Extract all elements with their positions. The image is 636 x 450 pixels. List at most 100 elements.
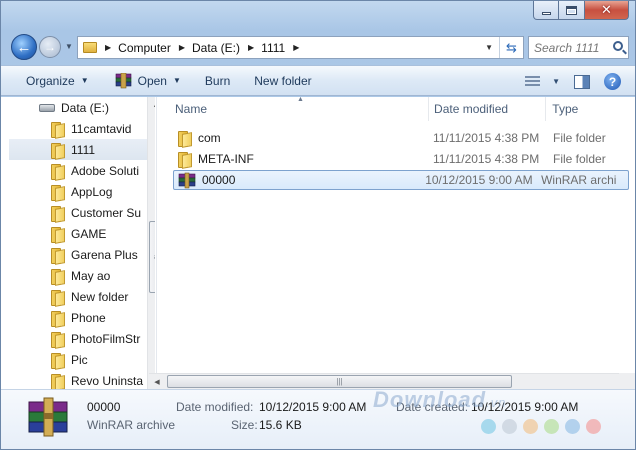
tree-item-label: Garena Plus <box>71 247 138 262</box>
breadcrumb-separator-icon: ▶ <box>178 43 185 52</box>
column-header-type[interactable]: Type <box>546 97 635 121</box>
tree-item-folder[interactable]: Adobe Soluti <box>9 160 155 181</box>
change-view-button[interactable]: ▼ <box>525 75 560 88</box>
refresh-icon: ⇆ <box>506 39 517 55</box>
breadcrumb-separator-icon: ▶ <box>105 43 112 52</box>
tree-item-folder[interactable]: PhotoFilmStr <box>9 328 155 349</box>
watermark-tld: .vn <box>486 395 507 410</box>
maximize-icon <box>566 5 577 15</box>
file-row[interactable]: com 11/11/2015 4:38 PM File folder <box>173 128 635 148</box>
minimize-icon <box>541 11 551 15</box>
close-button[interactable]: ✕ <box>585 1 629 20</box>
watermark-dot <box>544 419 559 434</box>
file-type: File folder <box>553 152 606 166</box>
tree-item-folder[interactable]: Garena Plus <box>9 244 155 265</box>
main-area: Data (E:) 11camtavid 1111 Adobe Soluti A… <box>1 97 635 389</box>
back-arrow-icon: ← <box>16 38 32 56</box>
file-name: com <box>198 131 221 145</box>
column-header-name[interactable]: ▲ Name <box>161 97 430 121</box>
tree-item-label: Pic <box>71 352 88 367</box>
column-label: Name <box>175 102 208 116</box>
folder-icon <box>50 163 64 180</box>
file-date: 11/11/2015 4:38 PM <box>433 152 540 166</box>
maximize-button[interactable] <box>559 1 585 20</box>
watermark-brand: Download <box>373 387 487 412</box>
search-input[interactable] <box>534 40 614 55</box>
forward-button[interactable]: → <box>39 36 61 58</box>
file-row-selected[interactable]: 00000 10/12/2015 9:00 AM WinRAR archi <box>173 170 629 190</box>
breadcrumb-drive[interactable]: ▶ Data (E:) <box>171 41 240 55</box>
folder-icon <box>50 331 64 348</box>
file-name: 00000 <box>202 173 236 187</box>
watermark-dot <box>586 419 601 434</box>
folder-icon <box>50 352 64 369</box>
scroll-left-icon[interactable]: ◀ <box>149 374 165 389</box>
folder-icon <box>50 184 64 201</box>
breadcrumb-computer[interactable]: ▶ Computer <box>97 41 171 55</box>
folder-icon <box>177 151 191 168</box>
column-headers: ▲ Name Date modified Type <box>161 97 635 121</box>
tree-item-data-drive[interactable]: Data (E:) <box>9 97 155 118</box>
breadcrumb-label: Computer <box>118 40 171 55</box>
folder-icon <box>50 121 64 138</box>
organize-button[interactable]: Organize ▼ <box>17 65 98 96</box>
nav-vertical-scrollbar[interactable]: ▲ ≡ ▼ <box>147 97 155 389</box>
search-box <box>528 36 629 59</box>
refresh-button[interactable]: ⇆ <box>499 37 523 58</box>
back-button[interactable]: ← <box>11 34 37 60</box>
address-bar[interactable]: ▶ Computer ▶ Data (E:) ▶ 1111 ▶ ▼ ⇆ <box>77 36 524 59</box>
tree-item-folder[interactable]: GAME <box>9 223 155 244</box>
folder-icon <box>50 226 64 243</box>
tree-item-label: New folder <box>71 289 129 304</box>
tree-item-folder[interactable]: AppLog <box>9 181 155 202</box>
file-name-cell: META-INF <box>173 151 433 168</box>
watermark-dots <box>481 419 601 434</box>
tree-item-folder-selected[interactable]: 1111 <box>9 139 155 160</box>
tree-item-folder[interactable]: Revo Uninsta <box>9 370 155 389</box>
new-folder-label: New folder <box>254 73 312 88</box>
tree-item-folder[interactable]: Customer Su <box>9 202 155 223</box>
details-file-name: 00000 <box>87 400 121 414</box>
tree-item-label: GAME <box>71 226 107 241</box>
file-type: WinRAR archi <box>541 173 617 187</box>
winrar-icon <box>178 172 196 188</box>
chevron-down-icon[interactable]: ▼ <box>173 76 181 85</box>
tree-item-label: AppLog <box>71 184 113 199</box>
watermark-dot <box>565 419 580 434</box>
preview-pane-icon[interactable] <box>574 74 590 89</box>
breadcrumb-folder[interactable]: ▶ 1111 ▶ <box>240 41 306 55</box>
burn-button[interactable]: Burn <box>196 65 239 96</box>
toolbar-right: ▼ ? <box>525 66 621 97</box>
tree-item-label: 1111 <box>71 142 96 157</box>
tree-item-folder[interactable]: New folder <box>9 286 155 307</box>
history-dropdown-icon[interactable]: ▼ <box>65 42 73 51</box>
tree-item-folder[interactable]: Pic <box>9 349 155 370</box>
open-button[interactable]: Open ▼ <box>106 65 190 96</box>
folder-icon <box>50 268 64 285</box>
scrollbar-corner <box>619 373 635 389</box>
column-label: Date modified <box>434 102 509 116</box>
scrollbar-thumb[interactable]: ≡ <box>149 221 155 293</box>
scroll-up-icon[interactable]: ▲ <box>148 97 155 114</box>
file-row[interactable]: META-INF 11/11/2015 4:38 PM File folder <box>173 149 635 169</box>
tree-item-folder[interactable]: Phone <box>9 307 155 328</box>
details-file-type: WinRAR archive <box>87 418 176 432</box>
tree-item-folder[interactable]: May ao <box>9 265 155 286</box>
search-icon[interactable] <box>613 41 623 51</box>
tree-item-label: Adobe Soluti <box>71 163 140 178</box>
folder-icon <box>50 373 64 389</box>
new-folder-button[interactable]: New folder <box>245 65 320 96</box>
details-modified-value: 10/12/2015 9:00 AM <box>259 400 367 414</box>
tree-item-folder[interactable]: 11camtavid <box>9 118 155 139</box>
file-date: 11/11/2015 4:38 PM <box>433 131 540 145</box>
address-dropdown-icon[interactable]: ▼ <box>485 43 493 52</box>
file-name-cell: com <box>173 130 433 147</box>
folder-icon <box>50 310 64 327</box>
tree-item-label: 11camtavid <box>71 121 132 136</box>
minimize-button[interactable] <box>533 1 559 20</box>
help-icon[interactable]: ? <box>604 73 621 90</box>
column-header-date[interactable]: Date modified <box>429 97 547 121</box>
watermark-logo: Download.vn <box>373 387 506 413</box>
file-name-cell: 00000 <box>174 172 425 189</box>
file-type: File folder <box>553 131 606 145</box>
